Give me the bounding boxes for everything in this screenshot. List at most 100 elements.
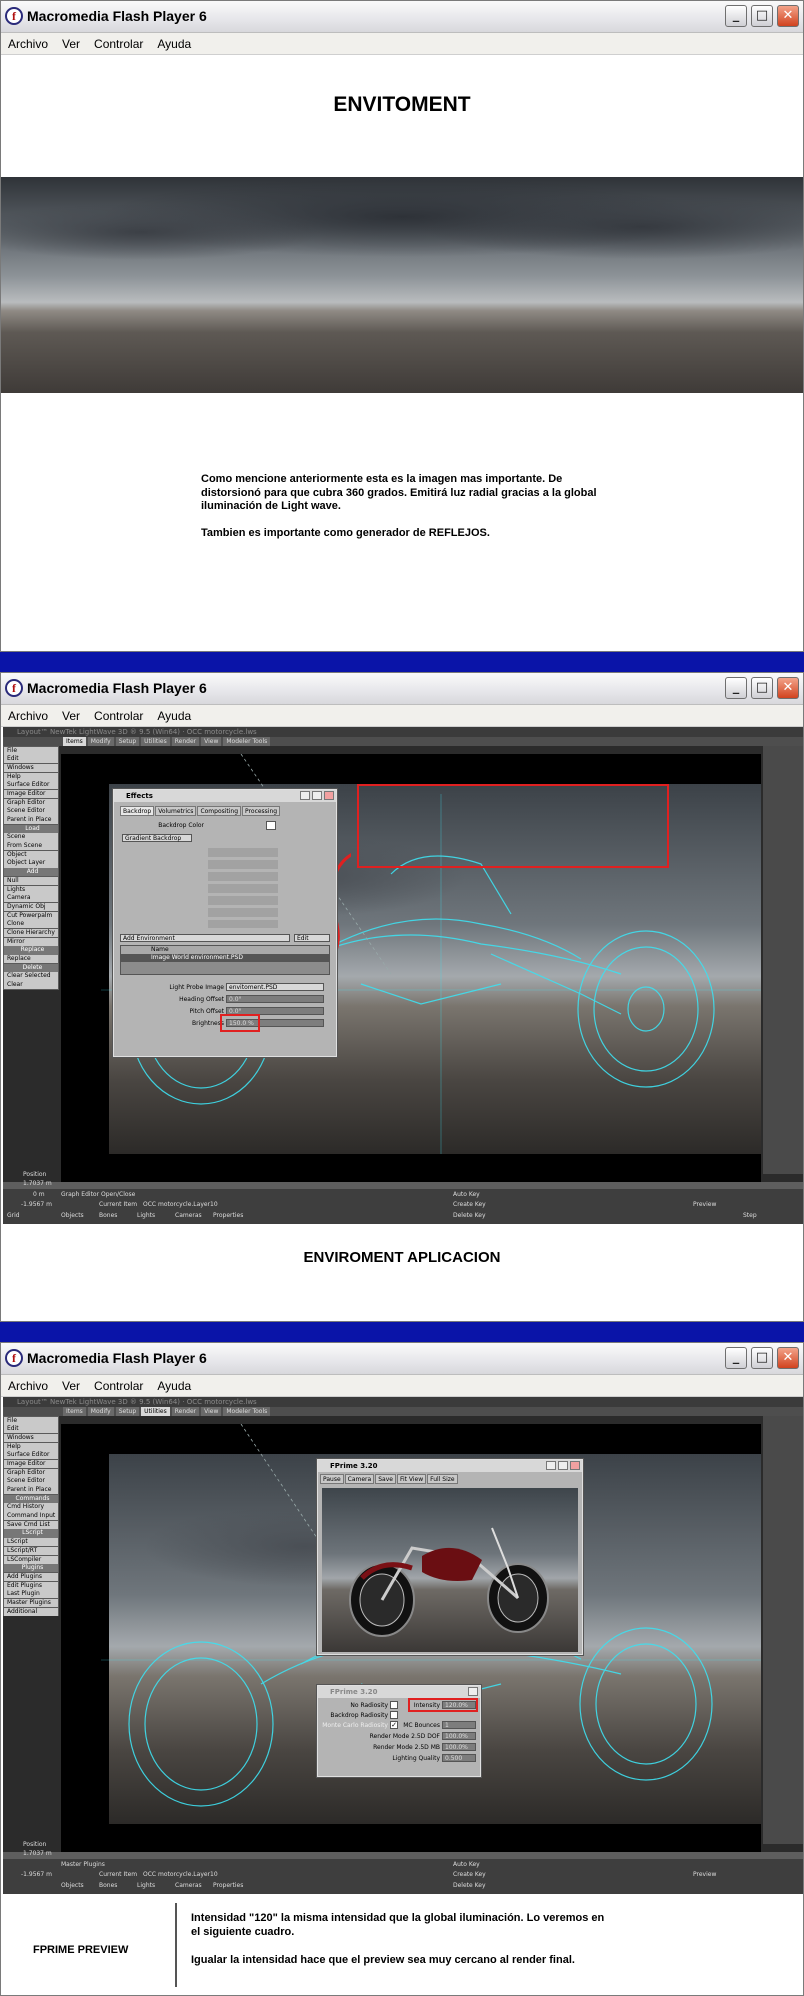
sidebar-item-surface-editor[interactable]: Surface Editor [4, 1451, 58, 1460]
sidebar-item-clone-hierarchy[interactable]: Clone Hierarchy [4, 928, 58, 938]
panel-minimize-button[interactable] [300, 791, 310, 800]
title-bar[interactable]: f Macromedia Flash Player 6 _ □ ✕ [1, 1, 803, 33]
sidebar-item-lscript-rt[interactable]: LScript/RT [4, 1546, 58, 1555]
panel-close-button[interactable] [324, 791, 334, 800]
timeline-ruler[interactable] [3, 1852, 803, 1859]
sidebar-item-graph-editor[interactable]: Graph Editor [4, 798, 58, 807]
menu-ayuda[interactable]: Ayuda [157, 709, 191, 723]
menu-ayuda[interactable]: Ayuda [157, 37, 191, 51]
sidebar-item-lscript[interactable]: LScript [4, 1538, 58, 1547]
auto-key-button[interactable]: Auto Key [453, 1861, 480, 1868]
sidebar-item-parent-in-place[interactable]: Parent in Place [4, 1486, 58, 1495]
sidebar-item-parent-in-place[interactable]: Parent in Place [4, 816, 58, 825]
timeline-ruler[interactable] [3, 1182, 803, 1189]
sidebar-item-file[interactable]: File [4, 1416, 58, 1425]
mb-field[interactable]: 100.0% [442, 1743, 476, 1751]
sidebar-item-object-layer[interactable]: Object Layer [4, 859, 58, 868]
sidebar-item-object[interactable]: Object [4, 850, 58, 859]
create-key-button[interactable]: Create Key [453, 1201, 486, 1208]
sidebar-item-null[interactable]: Null [4, 876, 58, 885]
bones-button[interactable]: Bones [99, 1882, 117, 1889]
fit-view-button[interactable]: Fit View [396, 1474, 427, 1484]
sidebar-item-clear-selected[interactable]: Clear Selected [4, 972, 58, 981]
close-button[interactable]: ✕ [777, 677, 799, 699]
tab-utilities[interactable]: Utilities [141, 737, 170, 746]
current-item-value[interactable]: OCC motorcycle.Layer10 [143, 1871, 218, 1878]
tab-render[interactable]: Render [171, 1407, 200, 1416]
cameras-button[interactable]: Cameras [175, 1882, 202, 1889]
graph-editor-toggle[interactable]: Graph Editor Open/Close [61, 1191, 135, 1198]
sidebar-item-help[interactable]: Help [4, 1442, 58, 1451]
sidebar-item-camera[interactable]: Camera [4, 894, 58, 903]
tab-volumetrics[interactable]: Volumetrics [155, 806, 197, 816]
sidebar-item-edit[interactable]: Edit [4, 1425, 58, 1434]
preview-dropdown[interactable]: Preview [693, 1201, 716, 1208]
tab-modify[interactable]: Modify [87, 1407, 114, 1416]
title-bar[interactable]: f Macromedia Flash Player 6 _ □ ✕ [1, 1343, 803, 1375]
tab-modeler-tools[interactable]: Modeler Tools [223, 1407, 271, 1416]
sidebar-item-dynamic-obj[interactable]: Dynamic Obj [4, 902, 58, 912]
tab-setup[interactable]: Setup [115, 737, 140, 746]
sidebar-item-clone[interactable]: Clone [4, 920, 58, 929]
menu-archivo[interactable]: Archivo [8, 709, 48, 723]
create-key-button[interactable]: Create Key [453, 1871, 486, 1878]
full-size-button[interactable]: Full Size [427, 1474, 458, 1484]
tab-modify[interactable]: Modify [87, 737, 114, 746]
fprime-settings-title[interactable]: FPrime 3.20 [318, 1686, 480, 1698]
tab-items[interactable]: Items [63, 737, 86, 746]
sidebar-item-clear[interactable]: Clear [4, 981, 58, 990]
tab-view[interactable]: View [201, 737, 222, 746]
menu-ver[interactable]: Ver [62, 1379, 80, 1393]
maximize-button[interactable]: □ [751, 1347, 773, 1369]
sidebar-item-image-editor[interactable]: Image Editor [4, 789, 58, 799]
sidebar-item-scene[interactable]: Scene [4, 833, 58, 842]
lighting-quality-field[interactable]: 0.500 [442, 1754, 476, 1762]
heading-offset-field[interactable]: 0.0° [226, 995, 324, 1003]
tab-compositing[interactable]: Compositing [197, 806, 242, 816]
sidebar-item-edit-plugins[interactable]: Edit Plugins [4, 1581, 58, 1590]
pause-button[interactable]: Pause [320, 1474, 344, 1484]
sidebar-item-scene-editor[interactable]: Scene Editor [4, 1477, 58, 1486]
delete-key-button[interactable]: Delete Key [453, 1882, 486, 1889]
objects-button[interactable]: Objects [61, 1212, 84, 1219]
panel-minimize-button[interactable] [546, 1461, 556, 1470]
bones-button[interactable]: Bones [99, 1212, 117, 1219]
sidebar-item-image-editor[interactable]: Image Editor [4, 1459, 58, 1469]
sidebar-item-master-plugins[interactable]: Master Plugins [4, 1598, 58, 1608]
edit-dropdown[interactable]: Edit [294, 934, 330, 942]
sidebar-item-save-cmd-list[interactable]: Save Cmd List [4, 1520, 58, 1529]
tab-setup[interactable]: Setup [115, 1407, 140, 1416]
dof-field[interactable]: 100.0% [442, 1732, 476, 1740]
sidebar-item-edit[interactable]: Edit [4, 755, 58, 764]
maximize-button[interactable]: □ [751, 5, 773, 27]
lights-button[interactable]: Lights [137, 1212, 155, 1219]
panel-maximize-button[interactable] [312, 791, 322, 800]
title-bar[interactable]: f Macromedia Flash Player 6 _ □ ✕ [1, 673, 803, 705]
sidebar-item-file[interactable]: File [4, 746, 58, 755]
objects-button[interactable]: Objects [61, 1882, 84, 1889]
light-probe-field[interactable]: envitoment.PSD [226, 983, 324, 991]
no-radiosity-radio[interactable] [390, 1701, 398, 1709]
master-plugins-button[interactable]: Master Plugins [61, 1861, 105, 1868]
sidebar-item-help[interactable]: Help [4, 772, 58, 781]
sidebar-item-cut-powerpalm[interactable]: Cut Powerpalm [4, 911, 58, 920]
sidebar-item-windows[interactable]: Windows [4, 763, 58, 773]
current-item-value[interactable]: OCC motorcycle.Layer10 [143, 1201, 218, 1208]
sidebar-item-mirror[interactable]: Mirror [4, 937, 58, 946]
sidebar-item-last-plugin[interactable]: Last Plugin [4, 1590, 58, 1599]
backdrop-radiosity-radio[interactable] [390, 1711, 398, 1719]
gradient-backdrop-button[interactable]: Gradient Backdrop [122, 834, 192, 842]
menu-archivo[interactable]: Archivo [8, 37, 48, 51]
preview-dropdown[interactable]: Preview [693, 1871, 716, 1878]
delete-key-button[interactable]: Delete Key [453, 1212, 486, 1219]
save-button[interactable]: Save [375, 1474, 396, 1484]
tab-processing[interactable]: Processing [242, 806, 281, 816]
sidebar-item-cmd-history[interactable]: Cmd History [4, 1503, 58, 1512]
sidebar-item-command-input[interactable]: Command Input [4, 1512, 58, 1521]
properties-button[interactable]: Properties [213, 1212, 243, 1219]
list-item[interactable]: Image World environment.PSD [121, 954, 329, 962]
sidebar-item-from-scene[interactable]: From Scene [4, 842, 58, 851]
tab-modeler-tools[interactable]: Modeler Tools [223, 737, 271, 746]
backdrop-color-swatch[interactable] [266, 821, 276, 830]
menu-ver[interactable]: Ver [62, 37, 80, 51]
